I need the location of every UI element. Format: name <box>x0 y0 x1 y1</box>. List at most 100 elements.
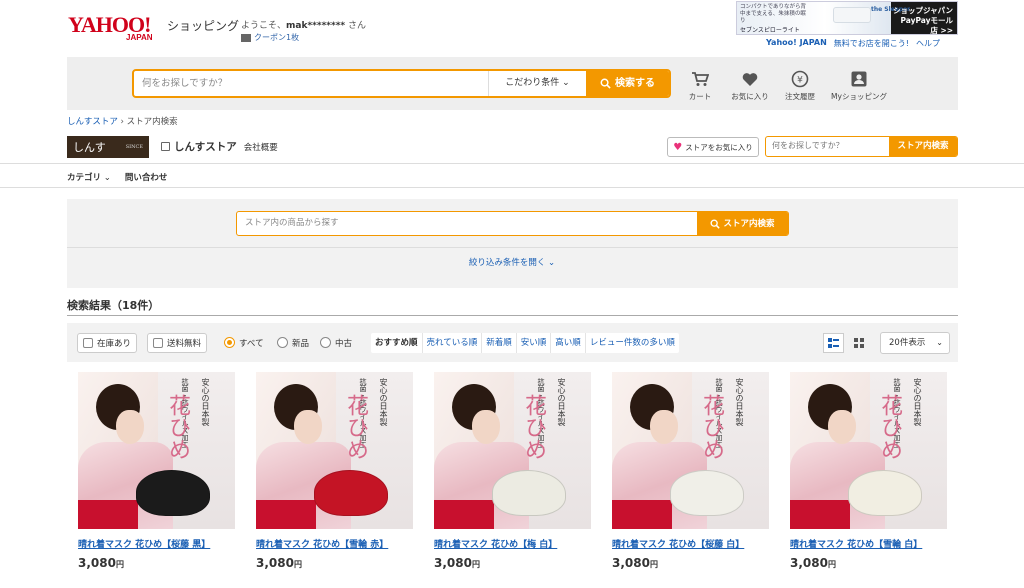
instock-checkbox[interactable]: 在庫あり <box>77 333 138 353</box>
search-input[interactable]: 何をお探しですか？ <box>134 71 488 96</box>
store-search-button[interactable]: ストア内検索 <box>889 137 957 156</box>
logo-shopping[interactable]: ショッピング <box>167 17 239 34</box>
condition-dropdown[interactable]: こだわり条件 ⌄ <box>488 71 586 96</box>
nav-myshopping[interactable]: Myショッピング <box>829 70 889 102</box>
pillow-image <box>833 7 871 23</box>
store-item-search-input[interactable]: ストア内の商品から探す <box>237 212 697 235</box>
product-image[interactable]: 抗菌・抗ウイルス加工 安心の日本製 花ひめ <box>434 372 591 529</box>
product-card[interactable]: 抗菌・抗ウイルス加工 安心の日本製 花ひめ晴れ着マスク 花ひめ【雪輪 白】 3,080… <box>790 372 947 582</box>
product-title[interactable]: 晴れ着マスク 花ひめ【雪輪 赤】 <box>256 537 413 550</box>
face <box>294 410 322 444</box>
radio-all[interactable]: すべて <box>224 335 264 350</box>
product-price: 3,080円 <box>612 556 769 570</box>
search-button[interactable]: 検索する <box>586 71 669 96</box>
refine-toggle[interactable]: 絞り込み条件を開く ⌄ <box>0 256 1024 268</box>
condition-label: こだわり条件 <box>505 78 560 88</box>
price-value: 3,080 <box>612 556 650 570</box>
store-favorite-button[interactable]: ♥ ストアをお気に入り <box>667 137 759 157</box>
product-image[interactable]: 抗菌・抗ウイルス加工 安心の日本製 花ひめ <box>256 372 413 529</box>
category-menu[interactable]: カテゴリ ⌄ <box>67 171 111 183</box>
yen-history-icon: ¥ <box>791 70 809 88</box>
sort-bestselling[interactable]: 売れている順 <box>423 333 483 353</box>
image-text-v2: 安心の日本製 <box>379 378 388 426</box>
divider <box>67 315 958 316</box>
product-title[interactable]: 晴れ着マスク 花ひめ【雪輪 白】 <box>790 537 947 550</box>
cart-icon <box>691 70 709 88</box>
radio-used[interactable]: 中古 <box>320 335 352 350</box>
product-price: 3,080円 <box>790 556 947 570</box>
face <box>472 410 500 444</box>
price-value: 3,080 <box>78 556 116 570</box>
image-text-big: 花ひめ <box>699 394 724 460</box>
product-title[interactable]: 晴れ着マスク 花ひめ【梅 白】 <box>434 537 591 550</box>
obi <box>78 500 138 529</box>
contact-link[interactable]: 問い合わせ <box>125 171 168 183</box>
obi <box>256 500 316 529</box>
image-text-v2: 安心の日本製 <box>735 378 744 426</box>
product-image[interactable]: 抗菌・抗ウイルス加工 安心の日本製 花ひめ <box>790 372 947 529</box>
product-card[interactable]: 抗菌・抗ウイルス加工 安心の日本製 花ひめ晴れ着マスク 花ひめ【梅 白】 3,080円 <box>434 372 591 582</box>
nav-history[interactable]: ¥ 注文履歴 <box>770 70 830 102</box>
coupon-icon <box>241 33 251 42</box>
search-icon <box>600 78 611 89</box>
company-link[interactable]: 会社概要 <box>244 141 278 153</box>
store-logo[interactable]: しんす SINCE <box>67 136 149 158</box>
mask-shape <box>670 470 744 516</box>
sort-recommended[interactable]: おすすめ順 <box>371 333 423 353</box>
open-store-link[interactable]: 無料でお店を開こう! <box>834 38 909 49</box>
price-value: 3,080 <box>434 556 472 570</box>
grid-view-button[interactable] <box>848 333 869 353</box>
mask-shape <box>848 470 922 516</box>
product-price: 3,080円 <box>434 556 591 570</box>
yahoo-japan-link[interactable]: Yahoo! JAPAN <box>766 38 827 49</box>
chevron-down-icon: ⌄ <box>548 258 556 268</box>
product-card[interactable]: 抗菌・抗ウイルス加工 安心の日本製 花ひめ 晴れ着マスク 花ひめ【桜藤 白】 3,080… <box>612 372 769 582</box>
price-unit: 円 <box>471 560 480 569</box>
sort-reviews[interactable]: レビュー件数の多い順 <box>586 333 679 353</box>
breadcrumb-sep: › <box>120 117 124 127</box>
username[interactable]: mak******** <box>286 21 345 31</box>
price-unit: 円 <box>649 560 658 569</box>
radio-used-label: 中古 <box>335 338 353 349</box>
perpage-select[interactable]: 20件表示 ⌄ <box>880 332 950 354</box>
search-icon <box>710 219 721 229</box>
help-link[interactable]: ヘルプ <box>916 38 940 49</box>
mask-shape <box>492 470 566 516</box>
breadcrumb-store[interactable]: しんすストア <box>67 117 118 127</box>
price-unit: 円 <box>827 560 836 569</box>
perpage-value: 20件表示 <box>889 338 926 348</box>
face <box>828 410 856 444</box>
ad-banner[interactable]: コンパクトでありながら背中まで支える、朱抹積の眠り the Sleeper セブ… <box>736 1 958 35</box>
product-image[interactable]: 抗菌・抗ウイルス加工 安心の日本製 花ひめ <box>78 372 235 529</box>
list-view-button[interactable] <box>823 333 844 353</box>
checkbox-box <box>153 338 163 348</box>
coupon-link[interactable]: クーポン1枚 <box>241 32 299 43</box>
obi <box>790 500 850 529</box>
image-text-big: 花ひめ <box>521 394 546 460</box>
ad-line3: ショップジャパン PayPayモール店 >> <box>893 6 953 35</box>
radio-circle-selected <box>224 337 235 348</box>
product-image[interactable]: 抗菌・抗ウイルス加工 安心の日本製 花ひめ <box>612 372 769 529</box>
checkbox-box <box>83 338 93 348</box>
product-title[interactable]: 晴れ着マスク 花ひめ【桜藤 白】 <box>612 537 769 550</box>
sort-expensive[interactable]: 高い順 <box>551 333 586 353</box>
product-card[interactable]: 抗菌・抗ウイルス加工 安心の日本製 花ひめ晴れ着マスク 花ひめ【桜藤 黒】 3,080… <box>78 372 235 582</box>
store-name-text[interactable]: しんすストア <box>174 139 237 154</box>
store-search-input[interactable]: 何をお探しですか？ <box>766 137 889 156</box>
sort-options: おすすめ順 売れている順 新着順 安い順 高い順 レビュー件数の多い順 <box>371 333 679 353</box>
price-unit: 円 <box>293 560 302 569</box>
image-text-big: 花ひめ <box>877 394 902 460</box>
product-card[interactable]: 抗菌・抗ウイルス加工 安心の日本製 花ひめ 晴れ着マスク 花ひめ【雪輪 赤】 3,080… <box>256 372 413 582</box>
sort-cheapest[interactable]: 安い順 <box>517 333 552 353</box>
store-item-search-button[interactable]: ストア内検索 <box>697 212 788 235</box>
product-title[interactable]: 晴れ着マスク 花ひめ【桜藤 黒】 <box>78 537 235 550</box>
freeship-checkbox[interactable]: 送料無料 <box>147 333 208 353</box>
store-header-search: 何をお探しですか？ ストア内検索 <box>765 136 958 157</box>
store-name: しんすストア 会社概要 <box>161 139 278 154</box>
radio-circle <box>277 337 288 348</box>
sort-newest[interactable]: 新着順 <box>482 333 517 353</box>
radio-new[interactable]: 新品 <box>277 335 309 350</box>
yahoo-logo[interactable]: YAHOO! JAPAN <box>68 14 166 44</box>
heart-icon <box>741 70 759 88</box>
price-unit: 円 <box>115 560 124 569</box>
